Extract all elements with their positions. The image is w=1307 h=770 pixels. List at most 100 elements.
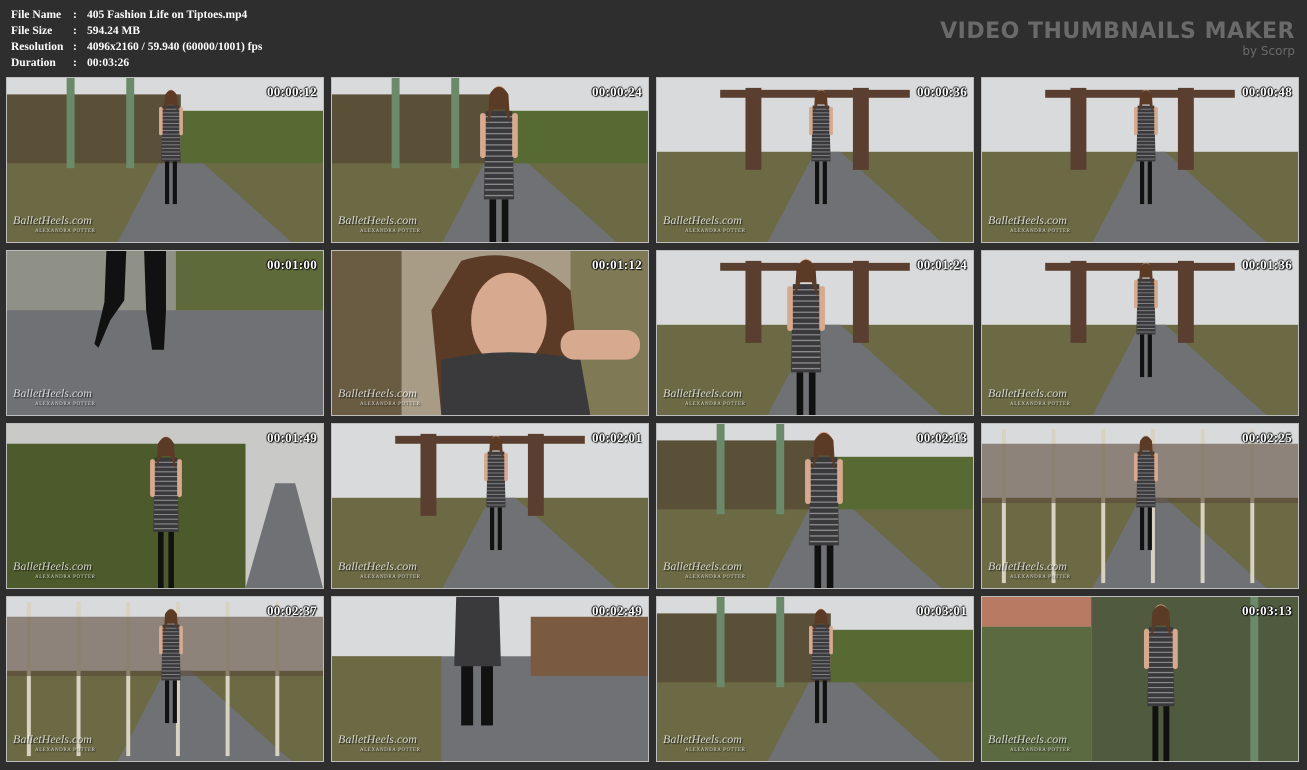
file-info: File Name : 405 Fashion Life on Tiptoes.…: [11, 7, 262, 71]
watermark-logo: BalletHeels.com ALEXANDRA POTTER: [988, 732, 1071, 756]
timestamp: 00:03:01: [916, 603, 967, 618]
watermark-subtext: ALEXANDRA POTTER: [35, 229, 96, 234]
timestamp: 00:02:37: [266, 603, 317, 618]
brand-subtitle: by Scorp: [1242, 44, 1295, 58]
watermark-logo: BalletHeels.com ALEXANDRA POTTER: [13, 559, 96, 583]
video-thumbnail[interactable]: 00:02:13 BalletHeels.com ALEXANDRA POTTER: [656, 423, 974, 589]
separator: :: [73, 9, 77, 21]
watermark-logo: BalletHeels.com ALEXANDRA POTTER: [988, 213, 1071, 237]
watermark-text: BalletHeels.com: [13, 732, 92, 746]
video-thumbnail[interactable]: 00:00:48 BalletHeels.com ALEXANDRA POTTER: [981, 77, 1299, 243]
watermark-text: BalletHeels.com: [663, 732, 742, 746]
watermark-text: BalletHeels.com: [13, 213, 92, 227]
watermark-text: BalletHeels.com: [663, 213, 742, 227]
watermark-text: BalletHeels.com: [338, 559, 417, 573]
watermark-logo: BalletHeels.com ALEXANDRA POTTER: [13, 213, 96, 237]
watermark-subtext: ALEXANDRA POTTER: [685, 575, 746, 580]
video-thumbnail[interactable]: 00:01:49 BalletHeels.com ALEXANDRA POTTER: [6, 423, 324, 589]
watermark-logo: BalletHeels.com ALEXANDRA POTTER: [988, 386, 1071, 410]
watermark-subtext: ALEXANDRA POTTER: [35, 575, 96, 580]
watermark-logo: BalletHeels.com ALEXANDRA POTTER: [338, 213, 421, 237]
watermark-text: BalletHeels.com: [988, 732, 1067, 746]
watermark-subtext: ALEXANDRA POTTER: [1010, 748, 1071, 753]
watermark-text: BalletHeels.com: [988, 386, 1067, 400]
thumbnail-grid: 00:00:12 BalletHeels.com ALEXANDRA POTTER …: [6, 77, 1302, 762]
watermark-subtext: ALEXANDRA POTTER: [1010, 229, 1071, 234]
video-thumbnail[interactable]: 00:03:13 BalletHeels.com ALEXANDRA POTTER: [981, 596, 1299, 762]
timestamp: 00:01:36: [1241, 257, 1292, 272]
watermark-text: BalletHeels.com: [988, 559, 1067, 573]
timestamp: 00:00:48: [1241, 84, 1292, 99]
duration-label: Duration: [11, 57, 56, 69]
file-size-row: File Size : 594.24 MB: [11, 23, 262, 39]
file-size-value: 594.24 MB: [87, 25, 141, 37]
timestamp: 00:00:12: [266, 84, 317, 99]
watermark-text: BalletHeels.com: [338, 213, 417, 227]
resolution-row: Resolution : 4096x2160 / 59.940 (60000/1…: [11, 39, 262, 55]
watermark-subtext: ALEXANDRA POTTER: [360, 575, 421, 580]
timestamp: 00:02:13: [916, 430, 967, 445]
watermark-text: BalletHeels.com: [338, 386, 417, 400]
timestamp: 00:01:24: [916, 257, 967, 272]
file-name-label: File Name: [11, 9, 62, 21]
watermark-logo: BalletHeels.com ALEXANDRA POTTER: [663, 732, 746, 756]
watermark-subtext: ALEXANDRA POTTER: [35, 402, 96, 407]
resolution-label: Resolution: [11, 41, 64, 53]
watermark-text: BalletHeels.com: [13, 559, 92, 573]
separator: :: [73, 25, 77, 37]
video-thumbnail[interactable]: 00:00:36 BalletHeels.com ALEXANDRA POTTER: [656, 77, 974, 243]
separator: :: [73, 57, 77, 69]
watermark-logo: BalletHeels.com ALEXANDRA POTTER: [338, 732, 421, 756]
timestamp: 00:02:25: [1241, 430, 1292, 445]
watermark-subtext: ALEXANDRA POTTER: [1010, 575, 1071, 580]
watermark-subtext: ALEXANDRA POTTER: [1010, 402, 1071, 407]
watermark-subtext: ALEXANDRA POTTER: [360, 748, 421, 753]
watermark-logo: BalletHeels.com ALEXANDRA POTTER: [338, 559, 421, 583]
timestamp: 00:01:00: [266, 257, 317, 272]
thumbnail-sheet: File Name : 405 Fashion Life on Tiptoes.…: [0, 0, 1307, 770]
timestamp: 00:01:49: [266, 430, 317, 445]
watermark-logo: BalletHeels.com ALEXANDRA POTTER: [13, 732, 96, 756]
timestamp: 00:01:12: [591, 257, 642, 272]
timestamp: 00:02:49: [591, 603, 642, 618]
watermark-logo: BalletHeels.com ALEXANDRA POTTER: [663, 213, 746, 237]
watermark-subtext: ALEXANDRA POTTER: [685, 402, 746, 407]
brand-logo: VIDEO THUMBNAILS MAKER by Scorp: [940, 19, 1295, 58]
watermark-logo: BalletHeels.com ALEXANDRA POTTER: [13, 386, 96, 410]
file-name-row: File Name : 405 Fashion Life on Tiptoes.…: [11, 7, 262, 23]
video-thumbnail[interactable]: 00:02:01 BalletHeels.com ALEXANDRA POTTER: [331, 423, 649, 589]
watermark-logo: BalletHeels.com ALEXANDRA POTTER: [338, 386, 421, 410]
video-thumbnail[interactable]: 00:03:01 BalletHeels.com ALEXANDRA POTTER: [656, 596, 974, 762]
timestamp: 00:03:13: [1241, 603, 1292, 618]
video-thumbnail[interactable]: 00:00:24 BalletHeels.com ALEXANDRA POTTER: [331, 77, 649, 243]
watermark-logo: BalletHeels.com ALEXANDRA POTTER: [988, 559, 1071, 583]
video-thumbnail[interactable]: 00:01:00 BalletHeels.com ALEXANDRA POTTER: [6, 250, 324, 416]
resolution-value: 4096x2160 / 59.940 (60000/1001) fps: [87, 41, 263, 53]
file-size-label: File Size: [11, 25, 53, 37]
duration-row: Duration : 00:03:26: [11, 55, 262, 71]
video-thumbnail[interactable]: 00:02:49 BalletHeels.com ALEXANDRA POTTER: [331, 596, 649, 762]
watermark-subtext: ALEXANDRA POTTER: [360, 229, 421, 234]
watermark-subtext: ALEXANDRA POTTER: [685, 748, 746, 753]
brand-title: VIDEO THUMBNAILS MAKER: [940, 19, 1295, 44]
watermark-logo: BalletHeels.com ALEXANDRA POTTER: [663, 386, 746, 410]
timestamp: 00:02:01: [591, 430, 642, 445]
video-thumbnail[interactable]: 00:01:12 BalletHeels.com ALEXANDRA POTTER: [331, 250, 649, 416]
watermark-text: BalletHeels.com: [338, 732, 417, 746]
watermark-text: BalletHeels.com: [13, 386, 92, 400]
separator: :: [73, 41, 77, 53]
video-thumbnail[interactable]: 00:01:36 BalletHeels.com ALEXANDRA POTTER: [981, 250, 1299, 416]
video-thumbnail[interactable]: 00:00:12 BalletHeels.com ALEXANDRA POTTER: [6, 77, 324, 243]
watermark-logo: BalletHeels.com ALEXANDRA POTTER: [663, 560, 746, 583]
watermark-text: BalletHeels.com: [988, 213, 1067, 227]
video-thumbnail[interactable]: 00:02:37 BalletHeels.com ALEXANDRA POTTER: [6, 596, 324, 762]
duration-value: 00:03:26: [87, 57, 130, 69]
file-name-value: 405 Fashion Life on Tiptoes.mp4: [87, 9, 248, 21]
watermark-text: BalletHeels.com: [663, 386, 742, 400]
watermark-subtext: ALEXANDRA POTTER: [685, 229, 746, 234]
watermark-subtext: ALEXANDRA POTTER: [360, 402, 421, 407]
video-thumbnail[interactable]: 00:02:25 BalletHeels.com ALEXANDRA POTTER: [981, 423, 1299, 589]
video-thumbnail[interactable]: 00:01:24 BalletHeels.com ALEXANDRA POTTER: [656, 250, 974, 416]
watermark-subtext: ALEXANDRA POTTER: [35, 748, 96, 753]
timestamp: 00:00:24: [591, 84, 642, 99]
